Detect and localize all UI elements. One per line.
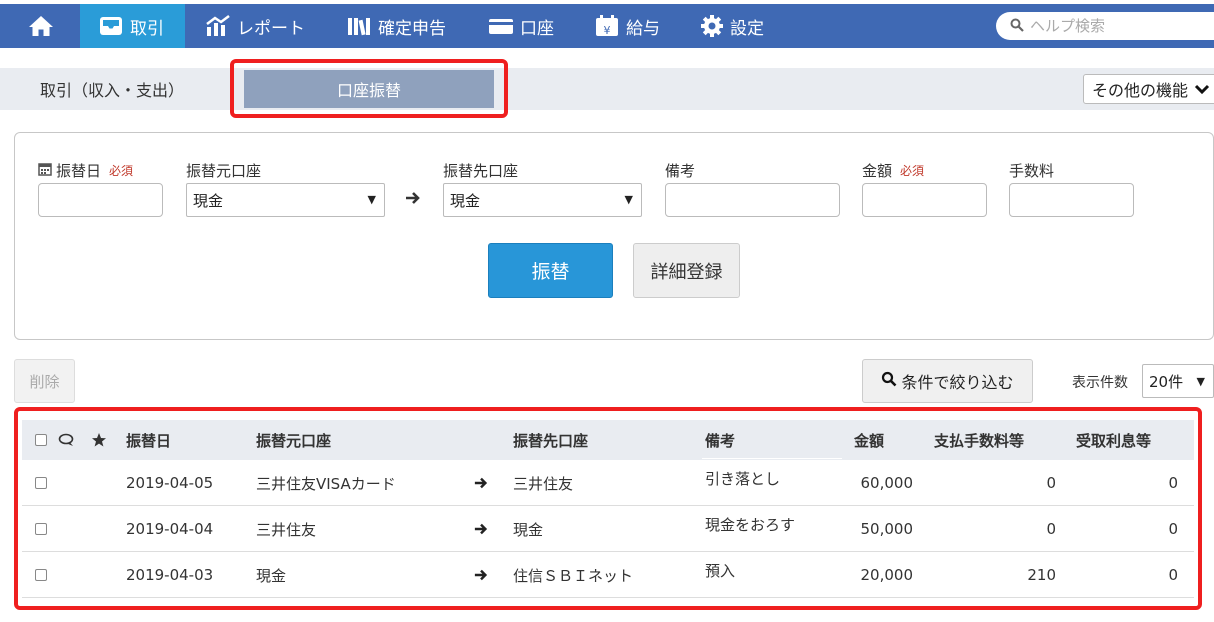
sub-tab-bar: 取引（収入・支出） 口座振替 — [0, 68, 1214, 110]
nav-accounts[interactable]: 口座 — [488, 4, 554, 48]
nav-settings[interactable]: 設定 — [700, 4, 764, 48]
arrow-right-icon — [405, 190, 421, 211]
display-count-label: 表示件数 — [1072, 375, 1128, 391]
nav-reports[interactable]: レポート — [205, 4, 305, 48]
dropdown-caret-icon: ▼ — [624, 193, 633, 206]
fee-label: 手数料 — [1009, 162, 1055, 180]
nav-transactions-label: 取引 — [130, 18, 164, 39]
amount-label: 金額 必須 — [862, 160, 924, 181]
nav-transactions[interactable]: 取引 — [80, 4, 185, 48]
from-account-select[interactable]: 現金 ▼ — [186, 183, 385, 217]
tab-income-expense[interactable]: 取引（収入・支出） — [40, 68, 184, 110]
date-label-text: 振替日 — [56, 162, 102, 180]
books-icon — [346, 15, 372, 37]
date-label: 振替日 必須 — [38, 160, 133, 181]
amount-label-text: 金額 — [862, 162, 893, 180]
chevron-down-icon — [1194, 80, 1210, 99]
delete-button[interactable]: 削除 — [14, 359, 75, 403]
gear-icon — [700, 14, 724, 38]
date-input[interactable] — [38, 183, 163, 217]
nav-payroll[interactable]: ¥ 給与 — [594, 4, 660, 48]
nav-settings-label: 設定 — [730, 18, 764, 39]
detail-register-button[interactable]: 詳細登録 — [633, 243, 740, 298]
to-account-select[interactable]: 現金 ▼ — [443, 183, 642, 217]
more-functions-label: その他の機能 — [1092, 81, 1189, 100]
highlight-frame-tab — [230, 59, 508, 118]
dropdown-caret-icon: ▼ — [367, 193, 376, 206]
display-count-value: 20件 — [1149, 372, 1184, 391]
search-icon — [1010, 17, 1024, 36]
filter-button-label: 条件で絞り込む — [901, 373, 1014, 392]
nav-payroll-label: 給与 — [626, 18, 660, 39]
fee-input[interactable] — [1009, 183, 1134, 217]
help-search[interactable] — [996, 12, 1214, 40]
home-icon — [28, 14, 54, 38]
svg-text:¥: ¥ — [604, 24, 611, 37]
nav-tax-return[interactable]: 確定申告 — [346, 4, 446, 48]
to-account-value: 現金 — [450, 191, 481, 210]
nav-accounts-label: 口座 — [520, 18, 554, 39]
nav-reports-label: レポート — [237, 18, 305, 39]
to-account-label: 振替先口座 — [443, 162, 519, 180]
inbox-tray-icon — [98, 15, 124, 37]
required-mark: 必須 — [900, 164, 925, 178]
nav-home[interactable] — [28, 4, 60, 48]
from-account-label: 振替元口座 — [186, 162, 262, 180]
nav-tax-return-label: 確定申告 — [378, 18, 446, 39]
display-count-select[interactable]: 20件 ▼ — [1142, 364, 1214, 398]
top-navigation: 取引 レポート 確定申告 口座 ¥ 給与 設定 — [0, 4, 1214, 48]
bar-chart-icon — [205, 15, 231, 37]
note-input[interactable] — [665, 183, 840, 217]
required-mark: 必須 — [109, 164, 134, 178]
from-account-value: 現金 — [193, 191, 224, 210]
dropdown-caret-icon: ▼ — [1196, 375, 1205, 388]
amount-input[interactable] — [862, 183, 987, 217]
search-icon — [881, 371, 897, 391]
more-functions-button[interactable]: その他の機能 — [1083, 74, 1214, 104]
card-icon — [488, 16, 514, 36]
calendar-yen-icon: ¥ — [594, 14, 620, 38]
help-search-input[interactable] — [1030, 17, 1200, 35]
calendar-icon — [38, 162, 52, 180]
filter-button[interactable]: 条件で絞り込む — [862, 359, 1033, 403]
note-label: 備考 — [665, 162, 696, 180]
transfer-submit-button[interactable]: 振替 — [488, 243, 613, 298]
highlight-frame-table — [14, 407, 1202, 610]
